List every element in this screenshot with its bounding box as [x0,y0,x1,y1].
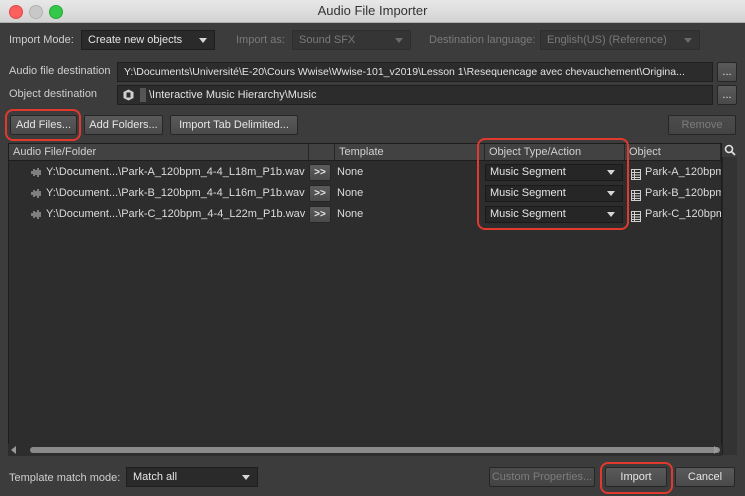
audio-waveform-icon [31,189,42,198]
minimize-window-button[interactable] [29,5,43,19]
column-object[interactable]: Object [625,144,721,160]
object-destination-browse-button[interactable]: ... [717,85,737,105]
template-match-mode-dropdown[interactable]: Match all [126,467,258,487]
import-mode-value: Create new objects [88,34,183,46]
destination-language-value: English(US) (Reference) [547,34,667,46]
import-tab-delimited-button[interactable]: Import Tab Delimited... [170,115,298,135]
search-icon[interactable] [723,143,737,157]
audio-file-cell: Y:\Document...\Park-C_120bpm_4-4_L22m_P1… [46,208,306,220]
audio-file-cell: Y:\Document...\Park-B_120bpm_4-4_L16m_P1… [46,187,305,199]
apply-template-button[interactable]: >> [309,164,331,181]
highlight-ring [477,138,629,230]
object-name: Park-B_120bpm [645,187,721,199]
column-arrow [309,144,335,160]
object-name: Park-A_120bpm [645,166,721,178]
object-cell: Park-A_120bpm [629,162,721,183]
audio-destination-browse-button[interactable]: ... [717,62,737,82]
object-destination-value: \Interactive Music Hierarchy\Music [149,89,317,101]
scroll-left-icon[interactable] [11,446,16,454]
destination-language-dropdown[interactable]: English(US) (Reference) [540,30,700,50]
vertical-scrollbar[interactable] [722,157,737,455]
music-segment-icon [631,167,641,180]
highlight-ring [600,462,673,494]
audio-file-destination-value: Y:\Documents\Université\E-20\Cours Wwise… [124,66,685,78]
audio-waveform-icon [31,210,42,219]
highlight-ring [5,109,81,141]
object-destination-field[interactable]: \Interactive Music Hierarchy\Music [117,85,713,105]
add-folders-button[interactable]: Add Folders... [84,115,163,135]
custom-properties-button[interactable]: Custom Properties... [489,467,595,487]
template-cell: None [337,166,364,178]
chevron-down-icon [395,38,403,43]
import-mode-dropdown[interactable]: Create new objects [81,30,215,50]
scroll-right-icon[interactable] [714,446,719,454]
chevron-down-icon [684,38,692,43]
title-bar: Audio File Importer [0,0,745,23]
column-template[interactable]: Template [335,144,485,160]
import-as-label: Import as: [236,34,285,46]
maximize-window-button[interactable] [49,5,63,19]
horizontal-scroll-thumb[interactable] [30,447,720,453]
audio-file-cell: Y:\Document...\Park-A_120bpm_4-4_L18m_P1… [46,166,305,178]
destination-language-label: Destination language: [429,34,536,46]
object-cell: Park-C_120bpm [629,204,721,225]
cancel-button[interactable]: Cancel [675,467,735,487]
object-destination-label: Object destination [9,88,98,100]
import-as-value: Sound SFX [299,34,356,46]
window-title: Audio File Importer [317,3,428,18]
chevron-down-icon [199,38,207,43]
music-segment-icon [631,209,641,222]
apply-template-button[interactable]: >> [309,206,331,223]
close-window-button[interactable] [9,5,23,19]
object-name: Park-C_120bpm [645,208,721,220]
music-segment-icon [631,188,641,201]
path-separator [140,88,146,102]
horizontal-scrollbar[interactable] [8,444,722,456]
import-as-dropdown[interactable]: Sound SFX [292,30,411,50]
remove-button[interactable]: Remove [668,115,736,135]
import-mode-label: Import Mode: [9,34,74,46]
object-cell: Park-B_120bpm [629,183,721,204]
template-match-mode-label: Template match mode: [9,472,121,484]
template-match-mode-value: Match all [133,471,178,483]
work-unit-icon [123,89,134,101]
column-audio-file[interactable]: Audio File/Folder [9,144,309,160]
audio-file-destination-field[interactable]: Y:\Documents\Université\E-20\Cours Wwise… [117,62,713,82]
audio-file-destination-label: Audio file destination [9,65,111,77]
template-cell: None [337,187,364,199]
apply-template-button[interactable]: >> [309,185,331,202]
audio-waveform-icon [31,168,42,177]
template-cell: None [337,208,364,220]
chevron-down-icon [242,475,250,480]
